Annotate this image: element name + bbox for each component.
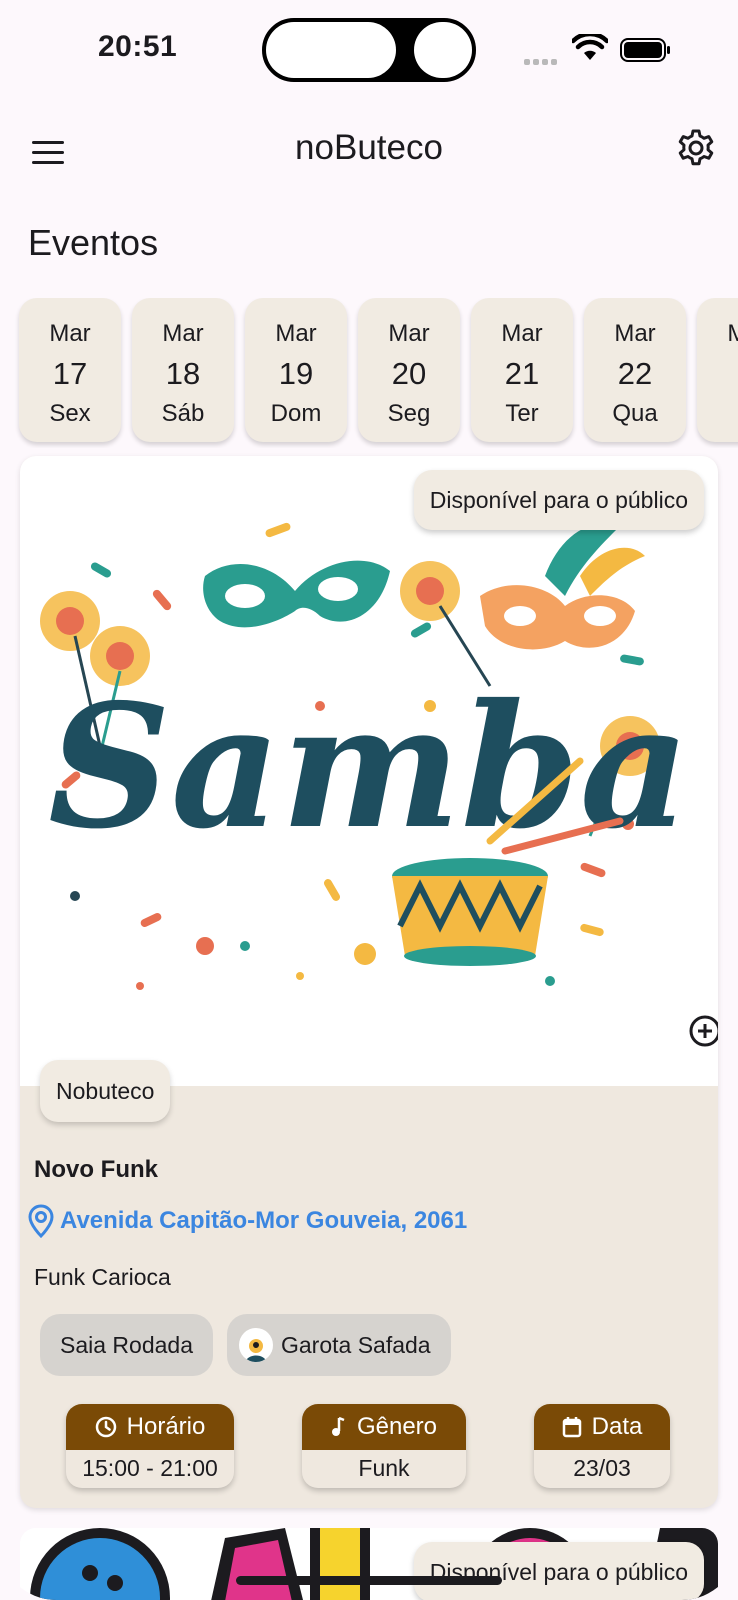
music-note-icon (331, 1416, 345, 1436)
date-month: Mar (501, 320, 543, 347)
date-chip[interactable]: Mar 18 Sáb (132, 298, 234, 442)
genre-description: Funk Carioca (34, 1264, 171, 1290)
date-weekday: Dom (270, 400, 322, 427)
genre-info: Gênero Funk (302, 1404, 466, 1488)
date-selector[interactable]: Mar 17 Sex Mar 18 Sáb Mar 19 Dom Mar 20 … (0, 298, 738, 448)
phone-screen: 20:51 noButeco Eventos Mar 17 Sex Mar 18… (0, 0, 738, 1600)
date-chip[interactable]: Mar 20 Seg (358, 298, 460, 442)
date-chip[interactable]: Mar 21 Ter (471, 298, 573, 442)
artist-name: Saia Rodada (60, 1332, 193, 1358)
event-card[interactable]: Disponível para o público (20, 1528, 718, 1600)
status-time: 20:51 (98, 30, 178, 63)
date-weekday: Ter (505, 400, 539, 427)
artist-list: Saia Rodada Garota Safada (40, 1314, 451, 1376)
date-day: 20 (391, 356, 427, 391)
genre-value: Funk (358, 1455, 410, 1481)
date-day: 17 (52, 356, 88, 391)
date-month: Mar (727, 320, 738, 347)
gear-icon[interactable] (676, 128, 716, 168)
artist-avatar (239, 1328, 273, 1362)
artist-chip[interactable]: Garota Safada (227, 1314, 451, 1376)
cellular-signal-icon (524, 52, 564, 65)
battery-icon (620, 38, 670, 62)
time-label: Horário (126, 1413, 206, 1440)
date-month: Mar (275, 320, 317, 347)
date-weekday: Q (697, 400, 738, 428)
status-bar: 20:51 (0, 0, 738, 100)
date-chip[interactable]: Mar 2 Q (697, 298, 738, 442)
date-day: 2 (697, 356, 738, 392)
address-text: Avenida Capitão-Mor Gouveia, 2061 (60, 1207, 468, 1234)
app-bar: noButeco (0, 112, 738, 188)
date-weekday: Sáb (161, 400, 205, 427)
location-pin-icon (28, 1204, 54, 1238)
time-value: 15:00 - 21:00 (82, 1455, 218, 1481)
date-chip[interactable]: Mar 17 Sex (19, 298, 121, 442)
time-info: Horário 15:00 - 21:00 (66, 1404, 234, 1488)
app-title: noButeco (295, 128, 443, 167)
date-month: Mar (162, 320, 204, 347)
date-month: Mar (388, 320, 430, 347)
samba-lettering: Samba (48, 667, 690, 867)
time-header: Horário (66, 1404, 234, 1450)
date-day: 18 (165, 356, 201, 391)
event-name: Novo Funk (34, 1156, 158, 1183)
organizer-chip[interactable]: Nobuteco (40, 1060, 171, 1122)
artist-name: Garota Safada (281, 1332, 431, 1358)
availability-badge: Disponível para o público (413, 470, 704, 530)
date-chip[interactable]: Mar 22 Qua (584, 298, 686, 442)
date-weekday: Sex (49, 400, 91, 427)
wifi-icon (572, 34, 608, 60)
date-month: Mar (49, 320, 91, 347)
event-image[interactable]: Samba Disponível para o público (20, 456, 718, 1086)
calendar-icon (562, 1417, 581, 1438)
samba-illustration: Samba (40, 522, 690, 990)
artist-chip[interactable]: Saia Rodada (40, 1314, 213, 1376)
date-day: 21 (504, 356, 540, 391)
genre-header: Gênero (302, 1404, 466, 1450)
date-label: Data (591, 1413, 643, 1440)
date-chip[interactable]: Mar 19 Dom (245, 298, 347, 442)
date-value: 23/03 (573, 1455, 631, 1481)
event-card[interactable]: Samba Disponível para o público Nobuteco (20, 456, 718, 1508)
section-title: Eventos (28, 222, 159, 263)
event-address-link[interactable]: Avenida Capitão-Mor Gouveia, 2061 (28, 1204, 467, 1238)
date-day: 22 (617, 356, 653, 391)
date-month: Mar (614, 320, 656, 347)
date-info: Data 23/03 (534, 1404, 670, 1488)
clock-icon (95, 1416, 116, 1438)
zoom-in-icon[interactable] (688, 1014, 718, 1048)
home-indicator (236, 1576, 502, 1585)
availability-badge: Disponível para o público (413, 1542, 704, 1600)
date-day: 19 (278, 356, 314, 391)
date-header: Data (534, 1404, 670, 1450)
date-weekday: Seg (387, 400, 431, 427)
dynamic-island (262, 18, 476, 82)
date-weekday: Qua (612, 400, 658, 427)
genre-label: Gênero (356, 1413, 438, 1440)
